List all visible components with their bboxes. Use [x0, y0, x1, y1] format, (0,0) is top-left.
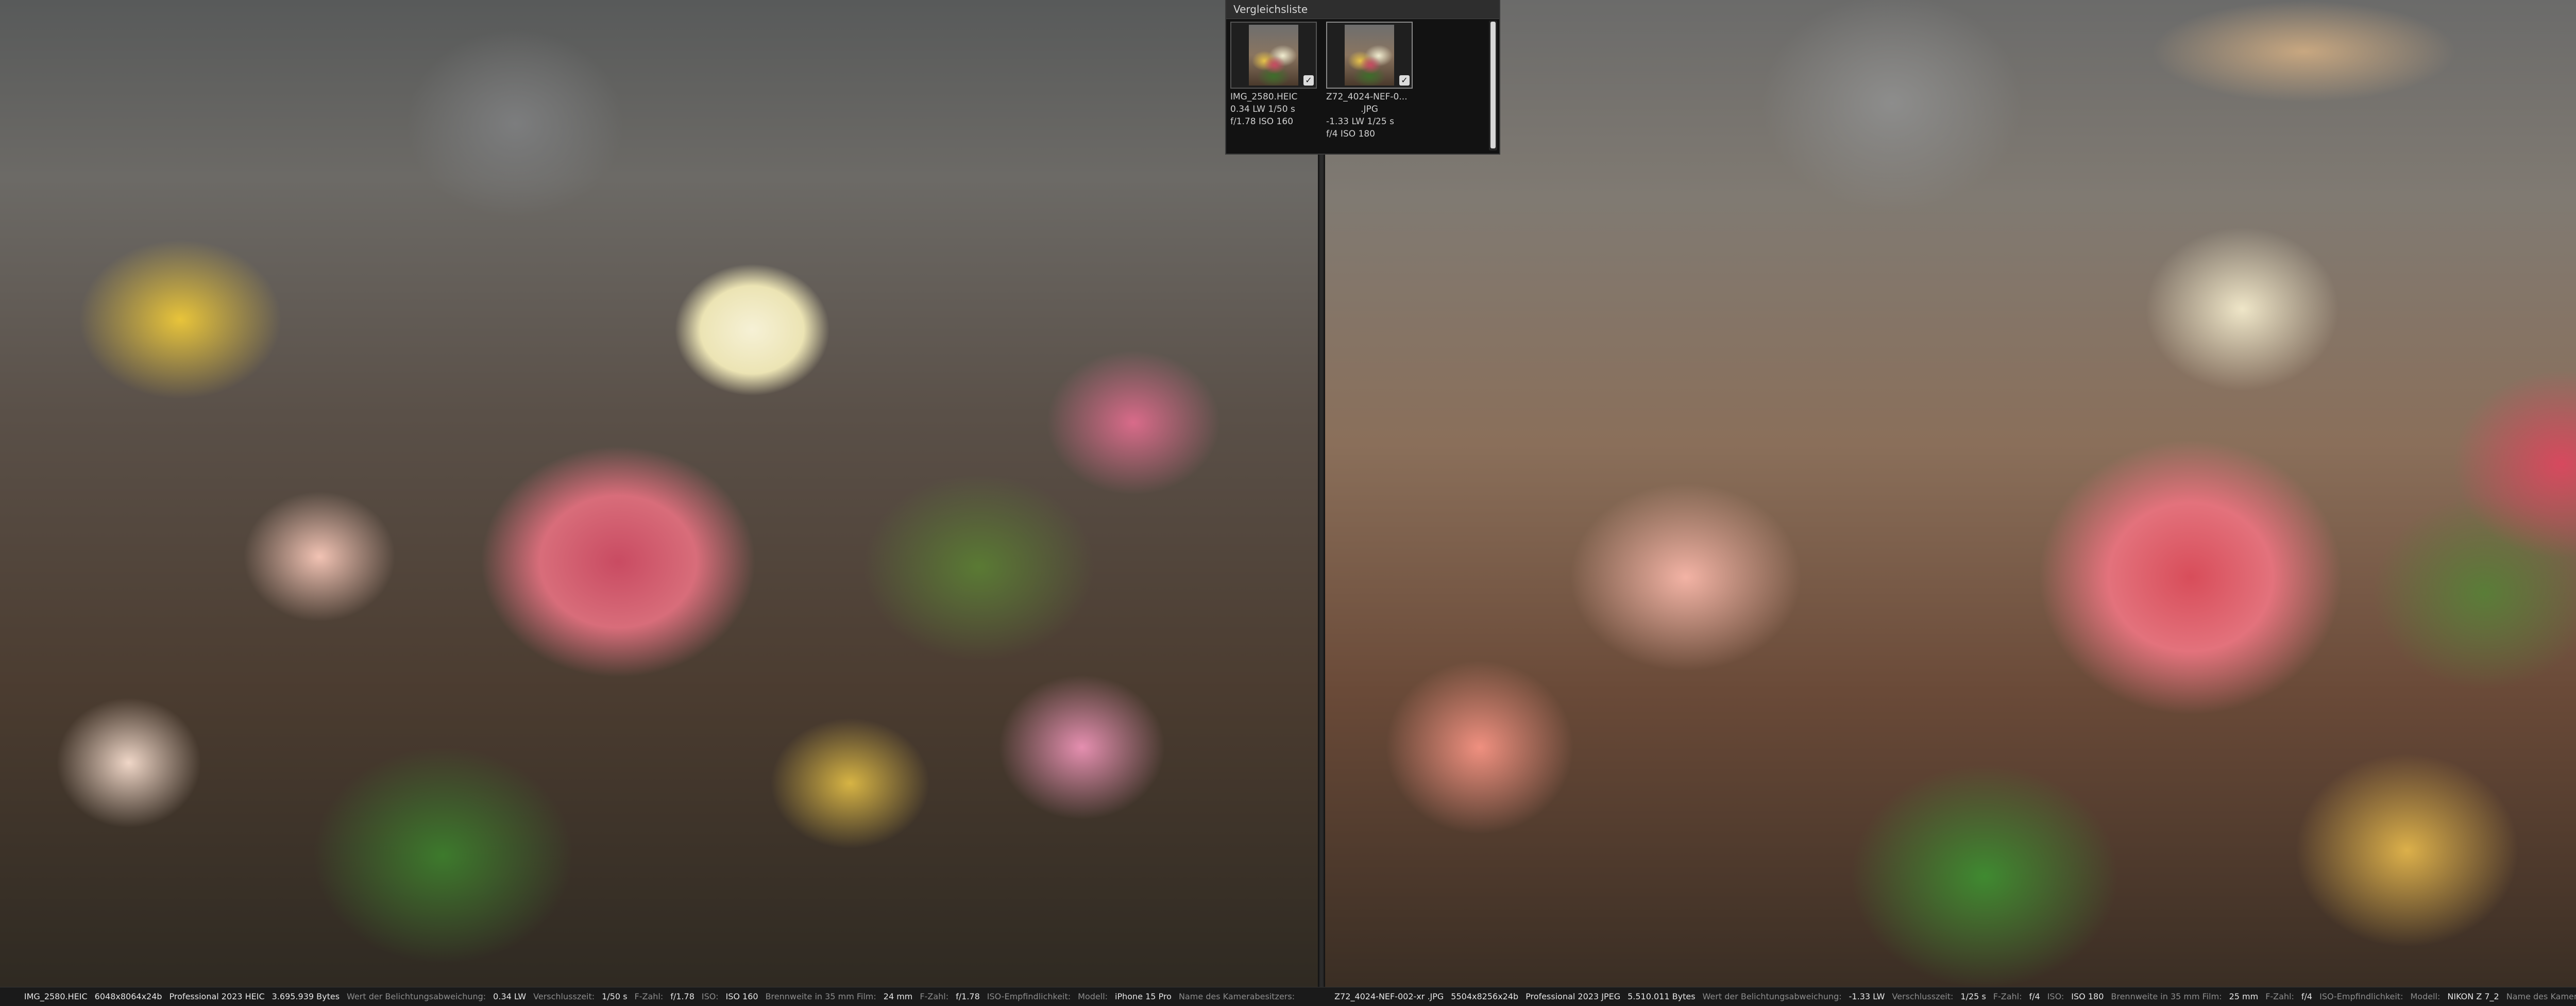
info-model-label: Modell:	[1078, 992, 1108, 1001]
comparison-list-scrollbar[interactable]	[1489, 21, 1497, 150]
left-image-pane[interactable]	[0, 0, 1318, 987]
compare-item-aperture-iso: f/1.78 ISO 160	[1230, 116, 1294, 127]
info-model-value: iPhone 15 Pro	[1115, 992, 1172, 1001]
compare-item-filename: IMG_2580.HEIC	[1230, 92, 1298, 102]
right-image-info: Z72_4024-NEF-002-xr .JPG 5504x8256x24b P…	[1319, 987, 2576, 1006]
info-fnum2-label: F-Zahl:	[2265, 992, 2294, 1001]
image-compare-window: Vergleichsliste ✓ IMG_2580.HEIC 0.34 LW …	[0, 0, 2576, 1006]
compare-item-caption: Z72_4024-NEF-0... .JPG -1.33 LW 1/25 s f…	[1326, 91, 1413, 140]
thumbnail-image	[1345, 25, 1394, 86]
info-fnum2-value: f/1.78	[956, 992, 980, 1001]
info-iso-label: ISO:	[701, 992, 719, 1001]
info-ev-label: Wert der Belichtungsabweichung:	[347, 992, 486, 1001]
thumbnail-image	[1249, 25, 1298, 86]
info-shutter-value: 1/25 s	[1960, 992, 1986, 1001]
thumbnail-frame[interactable]: ✓	[1326, 22, 1413, 89]
info-iso-label: ISO:	[2047, 992, 2064, 1001]
info-shutter-value: 1/50 s	[602, 992, 628, 1001]
checkbox-checked-icon[interactable]: ✓	[1303, 75, 1314, 86]
info-filename: Z72_4024-NEF-002-xr .JPG	[1334, 992, 1444, 1001]
compare-item-nikon[interactable]: ✓ Z72_4024-NEF-0... .JPG -1.33 LW 1/25 s…	[1326, 22, 1413, 150]
info-owner-label: Name des Kamerabesitzers:	[1178, 992, 1295, 1001]
compare-item-exposure: 0.34 LW 1/50 s	[1230, 104, 1295, 114]
info-ev-value: -1.33 LW	[1849, 992, 1885, 1001]
comparison-list-title: Vergleichsliste	[1226, 0, 1499, 19]
info-dimensions: 6048x8064x24b	[94, 992, 162, 1001]
info-owner-label: Name des Kamerabesitzers:	[2506, 992, 2576, 1001]
image-info-bar: IMG_2580.HEIC 6048x8064x24b Professional…	[0, 987, 2576, 1006]
info-program: Professional 2023 JPEG	[1526, 992, 1621, 1001]
right-image-pane[interactable]	[1325, 0, 2576, 987]
thumbnail-frame[interactable]: ✓	[1230, 22, 1317, 89]
left-flower-photo	[0, 0, 1318, 987]
info-focal-value: 25 mm	[2229, 992, 2259, 1001]
info-iso-value: ISO 160	[725, 992, 758, 1001]
info-bytes: 3.695.939 Bytes	[272, 992, 340, 1001]
info-iso2-label: ISO-Empfindlichkeit:	[2319, 992, 2403, 1001]
info-ev-label: Wert der Belichtungsabweichung:	[1702, 992, 1842, 1001]
compare-item-caption: IMG_2580.HEIC 0.34 LW 1/50 s f/1.78 ISO …	[1230, 91, 1317, 128]
info-focal-label: Brennweite in 35 mm Film:	[2111, 992, 2222, 1001]
info-shutter-label: Verschlusszeit:	[1892, 992, 1954, 1001]
checkbox-checked-icon[interactable]: ✓	[1399, 75, 1410, 86]
info-fnum-label: F-Zahl:	[634, 992, 664, 1001]
left-image-info: IMG_2580.HEIC 6048x8064x24b Professional…	[0, 987, 1319, 1006]
comparison-list-panel: Vergleichsliste ✓ IMG_2580.HEIC 0.34 LW …	[1225, 0, 1500, 155]
info-program: Professional 2023 HEIC	[169, 992, 265, 1001]
compare-item-filename: Z72_4024-NEF-0...	[1326, 92, 1408, 102]
info-ev-value: 0.34 LW	[493, 992, 527, 1001]
info-focal-label: Brennweite in 35 mm Film:	[765, 992, 876, 1001]
info-focal-value: 24 mm	[883, 992, 913, 1001]
info-dimensions: 5504x8256x24b	[1451, 992, 1519, 1001]
info-fnum-value: f/4	[2029, 992, 2040, 1001]
info-model-value: NIKON Z 7_2	[2447, 992, 2499, 1001]
info-fnum-label: F-Zahl:	[1993, 992, 2022, 1001]
info-iso2-label: ISO-Empfindlichkeit:	[987, 992, 1071, 1001]
compare-item-iphone[interactable]: ✓ IMG_2580.HEIC 0.34 LW 1/50 s f/1.78 IS…	[1230, 22, 1317, 150]
info-model-label: Modell:	[2410, 992, 2441, 1001]
info-fnum2-value: f/4	[2301, 992, 2313, 1001]
info-fnum2-label: F-Zahl:	[920, 992, 949, 1001]
info-fnum-value: f/1.78	[670, 992, 694, 1001]
right-flower-photo	[1325, 0, 2576, 987]
info-shutter-label: Verschlusszeit:	[533, 992, 595, 1001]
info-filename: IMG_2580.HEIC	[24, 992, 88, 1001]
info-bytes: 5.510.011 Bytes	[1628, 992, 1696, 1001]
comparison-list-items: ✓ IMG_2580.HEIC 0.34 LW 1/50 s f/1.78 IS…	[1226, 19, 1487, 154]
info-iso-value: ISO 180	[2071, 992, 2104, 1001]
compare-item-extension: .JPG	[1361, 104, 1378, 114]
scrollbar-thumb[interactable]	[1490, 22, 1496, 148]
compare-item-exposure: -1.33 LW 1/25 s	[1326, 116, 1394, 127]
compare-item-aperture-iso: f/4 ISO 180	[1326, 129, 1375, 139]
